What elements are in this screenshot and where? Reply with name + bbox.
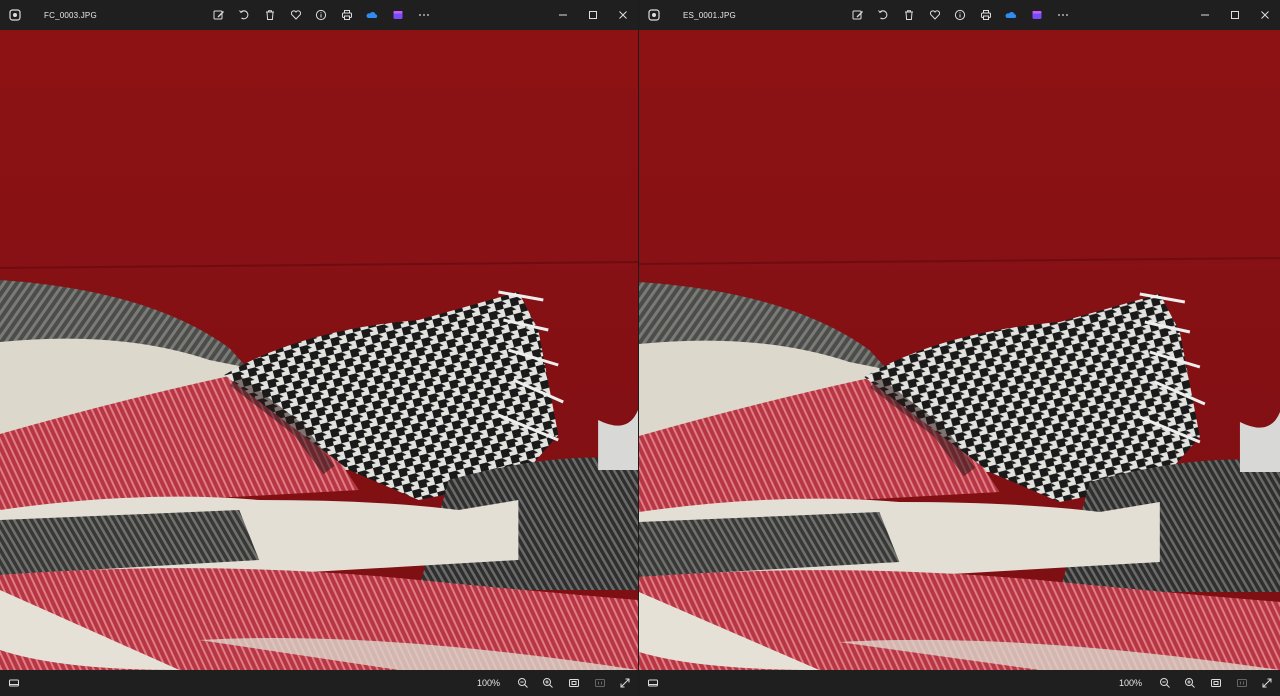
- maximize-button[interactable]: [1220, 0, 1250, 30]
- photos-app-icon: [0, 0, 30, 30]
- fit-to-window-icon: [569, 679, 580, 687]
- print-icon: [341, 10, 352, 20]
- info-button[interactable]: [947, 0, 973, 30]
- clipchamp-icon: [393, 11, 403, 19]
- fullscreen-button[interactable]: [1254, 670, 1280, 696]
- filmstrip-button[interactable]: [0, 670, 28, 696]
- clipchamp-button[interactable]: [1024, 0, 1050, 30]
- delete-icon: [265, 10, 274, 20]
- onedrive-button[interactable]: [999, 0, 1025, 30]
- zoom-in-icon: [543, 678, 554, 688]
- filmstrip-icon: [9, 679, 19, 687]
- actual-size-button: [1229, 670, 1255, 696]
- onedrive-icon: [366, 11, 378, 18]
- favorite-icon: [929, 10, 940, 20]
- print-button[interactable]: [334, 0, 360, 30]
- fullscreen-icon: [1262, 678, 1272, 688]
- zoom-out-button[interactable]: [1152, 670, 1178, 696]
- minimize-icon: [559, 14, 567, 16]
- actual-size-button: [587, 670, 613, 696]
- filmstrip-icon: [648, 679, 658, 687]
- onedrive-button[interactable]: [360, 0, 386, 30]
- edit-image-icon: [852, 10, 863, 20]
- info-icon: [316, 9, 327, 21]
- info-icon: [955, 9, 966, 21]
- onedrive-icon: [1005, 11, 1017, 18]
- clipchamp-icon: [1032, 11, 1042, 19]
- zoom-out-icon: [517, 678, 528, 688]
- close-button[interactable]: [1250, 0, 1280, 30]
- zoom-controls: 100%: [477, 670, 638, 696]
- status-bar: 100%: [0, 670, 638, 696]
- close-icon: [1261, 11, 1269, 19]
- close-icon: [619, 11, 627, 19]
- fit-to-window-icon: [1211, 679, 1222, 687]
- actual-size-icon: [594, 679, 605, 687]
- minimize-button[interactable]: [548, 0, 578, 30]
- photo-viewport[interactable]: [0, 30, 638, 670]
- delete-button[interactable]: [896, 0, 922, 30]
- zoom-in-icon: [1185, 678, 1196, 688]
- window-title: FC_0003.JPG: [44, 10, 97, 20]
- fullscreen-button[interactable]: [612, 670, 638, 696]
- edit-image-button[interactable]: [206, 0, 232, 30]
- info-button[interactable]: [308, 0, 334, 30]
- actual-size-icon: [1236, 679, 1247, 687]
- toolbar: [845, 0, 1075, 30]
- photos-window-left: FC_0003.JPG 100%: [0, 0, 638, 696]
- zoom-out-button[interactable]: [510, 670, 536, 696]
- maximize-icon: [1231, 11, 1239, 19]
- rotate-button[interactable]: [232, 0, 258, 30]
- more-button[interactable]: [411, 0, 437, 30]
- rotate-button[interactable]: [871, 0, 897, 30]
- photo-viewport[interactable]: [639, 30, 1280, 670]
- zoom-controls: 100%: [1119, 670, 1280, 696]
- zoom-in-button[interactable]: [536, 670, 562, 696]
- delete-button[interactable]: [257, 0, 283, 30]
- close-button[interactable]: [608, 0, 638, 30]
- fit-to-window-button[interactable]: [1203, 670, 1229, 696]
- window-title: ES_0001.JPG: [683, 10, 736, 20]
- more-icon: [1057, 14, 1068, 16]
- maximize-icon: [589, 11, 597, 19]
- print-button[interactable]: [973, 0, 999, 30]
- minimize-icon: [1201, 14, 1209, 16]
- delete-icon: [904, 10, 913, 20]
- more-icon: [418, 14, 429, 16]
- favorite-button[interactable]: [283, 0, 309, 30]
- title-bar: FC_0003.JPG: [0, 0, 638, 30]
- photo: [0, 30, 638, 670]
- toolbar: [206, 0, 436, 30]
- rotate-icon: [878, 10, 888, 20]
- filmstrip-button[interactable]: [639, 670, 667, 696]
- maximize-button[interactable]: [578, 0, 608, 30]
- status-bar: 100%: [639, 670, 1280, 696]
- clipchamp-button[interactable]: [385, 0, 411, 30]
- edit-image-icon: [213, 10, 224, 20]
- more-button[interactable]: [1050, 0, 1076, 30]
- window-controls: [1190, 0, 1280, 30]
- screen: FC_0003.JPG 100% ES_0001.JPG 100%: [0, 0, 1280, 696]
- photo: [639, 30, 1280, 670]
- edit-image-button[interactable]: [845, 0, 871, 30]
- print-icon: [980, 10, 991, 20]
- window-controls: [548, 0, 638, 30]
- zoom-level: 100%: [477, 678, 501, 688]
- rotate-icon: [239, 10, 249, 20]
- favorite-button[interactable]: [922, 0, 948, 30]
- fit-to-window-button[interactable]: [561, 670, 587, 696]
- photos-app-icon: [639, 0, 669, 30]
- zoom-level: 100%: [1119, 678, 1143, 688]
- minimize-button[interactable]: [1190, 0, 1220, 30]
- fullscreen-icon: [620, 678, 630, 688]
- zoom-in-button[interactable]: [1178, 670, 1204, 696]
- title-bar: ES_0001.JPG: [639, 0, 1280, 30]
- zoom-out-icon: [1159, 678, 1170, 688]
- photos-window-right: ES_0001.JPG 100%: [639, 0, 1280, 696]
- favorite-icon: [290, 10, 301, 20]
